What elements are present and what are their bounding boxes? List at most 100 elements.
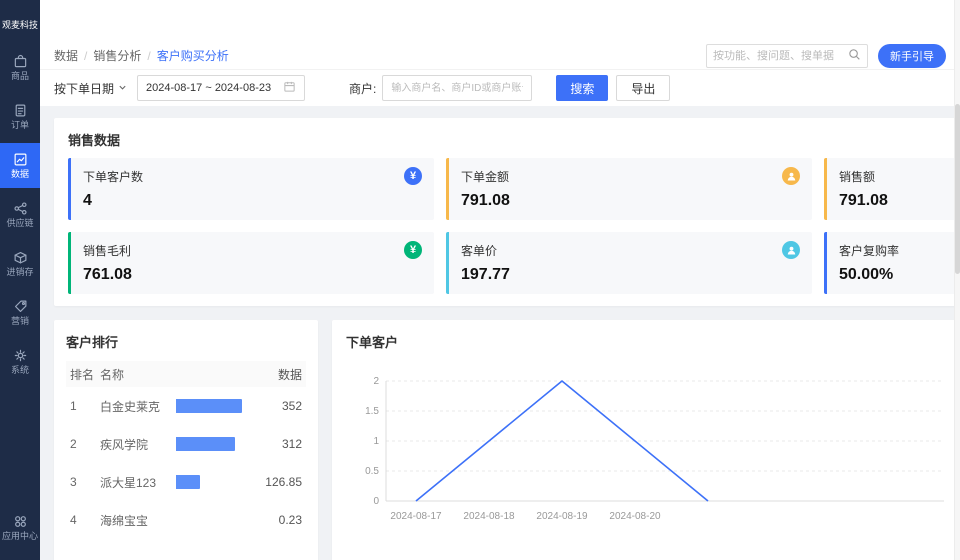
svg-text:1.5: 1.5 bbox=[365, 406, 379, 417]
appcenter-icon bbox=[13, 514, 28, 529]
stat-value: 761.08 bbox=[83, 266, 422, 284]
sales-panel-title: 销售数据 bbox=[68, 130, 960, 149]
data-icon bbox=[13, 152, 28, 167]
table-row: 4 海绵宝宝 0.23 bbox=[66, 501, 306, 539]
value-cell: 312 bbox=[242, 437, 302, 451]
marketing-icon bbox=[13, 299, 28, 314]
stat-label: 销售额 bbox=[839, 168, 875, 185]
svg-text:1: 1 bbox=[373, 436, 379, 447]
sidebar-item-goods[interactable]: 商品 bbox=[0, 45, 40, 90]
app-root: 观麦科技 商品 订单 数据 供应链 进销存 营销 系统 应用中心 数据 / 销售分析… bbox=[0, 0, 960, 560]
search-input[interactable] bbox=[713, 50, 848, 62]
chart-panel-title: 下单客户 bbox=[346, 332, 946, 351]
global-search-box[interactable] bbox=[706, 44, 868, 68]
sidebar-item-label: 进销存 bbox=[6, 268, 33, 277]
stat-card-2: 下单金额 791.08 bbox=[446, 158, 812, 220]
bottom-row: 客户排行 排名 名称 数据 1 白金史莱克 352 2 疾风学院 312 3 派… bbox=[54, 320, 960, 560]
breadcrumb: 数据 / 销售分析 / 客户购买分析 bbox=[54, 47, 229, 64]
app-logo: 观麦科技 bbox=[0, 0, 40, 45]
column-header-rank: 排名 bbox=[70, 366, 100, 383]
stat-cards: 下单客户数 ¥ 4 下单金额 791.08 销售额 ¥ 791.08 销售毛利 … bbox=[68, 158, 960, 294]
stat-card-4: 销售毛利 ¥ 761.08 bbox=[68, 232, 434, 294]
stat-value: 50.00% bbox=[839, 266, 960, 284]
ranking-bar bbox=[176, 437, 235, 451]
ranking-bar bbox=[176, 399, 242, 413]
table-row: 1 白金史莱克 352 bbox=[66, 387, 306, 425]
sidebar-item-label: 数据 bbox=[11, 170, 29, 179]
svg-text:2: 2 bbox=[373, 376, 379, 387]
sidebar-nav: 商品 订单 数据 供应链 进销存 营销 系统 bbox=[0, 45, 40, 384]
stat-card-1: 下单客户数 ¥ 4 bbox=[68, 158, 434, 220]
stat-value: 197.77 bbox=[461, 266, 800, 284]
name-cell: 疾风学院 bbox=[100, 436, 176, 453]
breadcrumb-separator: / bbox=[84, 49, 87, 63]
sales-data-panel: 销售数据 下单客户数 ¥ 4 下单金额 791.08 销售额 ¥ 791.08 … bbox=[54, 118, 960, 306]
search-icon[interactable] bbox=[848, 48, 861, 64]
sidebar-item-label: 商品 bbox=[11, 72, 29, 81]
breadcrumb-row: 数据 / 销售分析 / 客户购买分析 新手引导 bbox=[40, 42, 960, 70]
sidebar-item-inventory[interactable]: 进销存 bbox=[0, 241, 40, 286]
stat-card-5: 客单价 197.77 bbox=[446, 232, 812, 294]
export-button[interactable]: 导出 bbox=[616, 75, 670, 101]
rank-cell: 3 bbox=[70, 475, 100, 489]
date-type-select[interactable]: 按下单日期 bbox=[54, 80, 127, 97]
topbar-right: 新手引导 bbox=[706, 44, 946, 68]
chevron-down-icon bbox=[118, 81, 127, 95]
yen-circle-icon: ¥ bbox=[404, 167, 422, 185]
ranking-panel-title: 客户排行 bbox=[66, 332, 306, 351]
sidebar-item-system[interactable]: 系统 bbox=[0, 339, 40, 384]
svg-text:2024-08-17: 2024-08-17 bbox=[390, 511, 442, 522]
svg-text:2024-08-18: 2024-08-18 bbox=[463, 511, 515, 522]
sidebar-item-order[interactable]: 订单 bbox=[0, 94, 40, 139]
sidebar-footer: 应用中心 bbox=[0, 505, 40, 554]
merchant-label: 商户: bbox=[349, 80, 376, 97]
breadcrumb-item[interactable]: 销售分析 bbox=[93, 47, 141, 64]
ranking-bar bbox=[176, 475, 200, 489]
sidebar-item-supply[interactable]: 供应链 bbox=[0, 192, 40, 237]
order-customers-line-chart: 00.511.522024-08-172024-08-182024-08-192… bbox=[346, 359, 946, 547]
value-cell: 126.85 bbox=[242, 475, 302, 489]
svg-text:0.5: 0.5 bbox=[365, 466, 379, 477]
sidebar-item-appcenter[interactable]: 应用中心 bbox=[0, 505, 40, 550]
yen-circle-icon: ¥ bbox=[404, 241, 422, 259]
name-cell: 海绵宝宝 bbox=[100, 512, 176, 529]
search-button[interactable]: 搜索 bbox=[556, 75, 608, 101]
stat-label: 销售毛利 bbox=[83, 242, 131, 259]
scrollbar[interactable] bbox=[954, 0, 960, 560]
order-icon bbox=[13, 103, 28, 118]
inventory-icon bbox=[13, 250, 28, 265]
guide-button[interactable]: 新手引导 bbox=[878, 44, 946, 68]
scrollbar-thumb[interactable] bbox=[955, 104, 960, 274]
name-cell: 白金史莱克 bbox=[100, 398, 176, 415]
sidebar-item-label: 营销 bbox=[11, 317, 29, 326]
breadcrumb-item[interactable]: 客户购买分析 bbox=[157, 47, 229, 64]
date-range-picker[interactable]: 2024-08-17 ~ 2024-08-23 bbox=[137, 75, 305, 101]
breadcrumb-item[interactable]: 数据 bbox=[54, 47, 78, 64]
system-icon bbox=[13, 348, 28, 363]
column-header-value: 数据 bbox=[242, 366, 302, 383]
rank-cell: 2 bbox=[70, 437, 100, 451]
sidebar: 观麦科技 商品 订单 数据 供应链 进销存 营销 系统 应用中心 bbox=[0, 0, 40, 560]
svg-text:2024-08-20: 2024-08-20 bbox=[609, 511, 661, 522]
stat-label: 客户复购率 bbox=[839, 242, 899, 259]
stat-label: 客单价 bbox=[461, 242, 497, 259]
sidebar-item-data[interactable]: 数据 bbox=[0, 143, 40, 188]
user-circle-icon bbox=[782, 167, 800, 185]
merchant-input[interactable] bbox=[382, 75, 532, 101]
sidebar-item-marketing[interactable]: 营销 bbox=[0, 290, 40, 335]
sidebar-item-label: 应用中心 bbox=[2, 532, 38, 541]
ranking-table-body: 1 白金史莱克 352 2 疾风学院 312 3 派大星123 126.85 4… bbox=[66, 387, 306, 539]
table-row: 3 派大星123 126.85 bbox=[66, 463, 306, 501]
sidebar-item-label: 订单 bbox=[11, 121, 29, 130]
breadcrumb-separator: / bbox=[147, 49, 150, 63]
main-area: 数据 / 销售分析 / 客户购买分析 新手引导 按下单日期 bbox=[40, 0, 960, 560]
ranking-table-header: 排名 名称 数据 bbox=[66, 361, 306, 387]
rank-cell: 4 bbox=[70, 513, 100, 527]
column-header-name: 名称 bbox=[100, 366, 176, 383]
value-cell: 352 bbox=[242, 399, 302, 413]
stat-value: 4 bbox=[83, 192, 422, 210]
name-cell: 派大星123 bbox=[100, 474, 176, 491]
stat-value: 791.08 bbox=[839, 192, 960, 210]
stat-card-3: 销售额 ¥ 791.08 bbox=[824, 158, 960, 220]
table-row: 2 疾风学院 312 bbox=[66, 425, 306, 463]
